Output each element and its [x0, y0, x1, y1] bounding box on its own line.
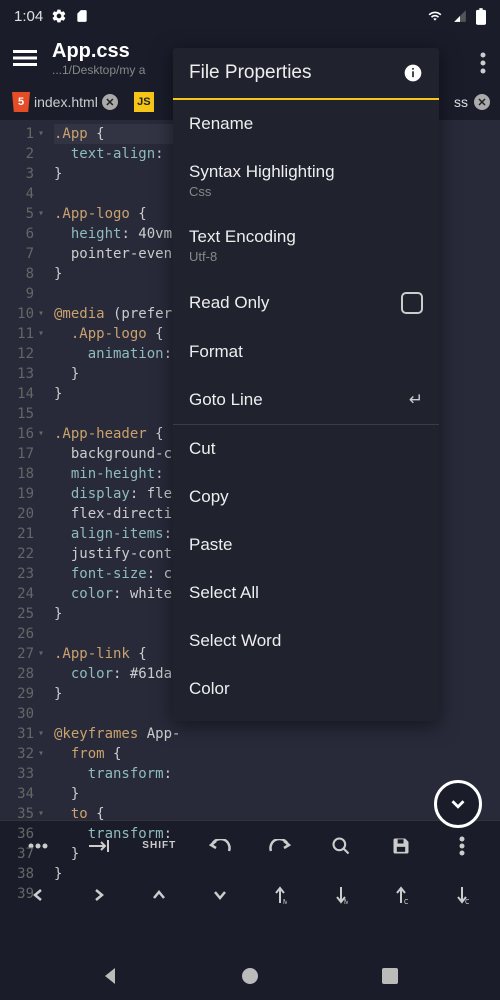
menu-color[interactable]: Color: [173, 665, 439, 713]
js-icon: JS: [134, 92, 154, 112]
menu-title: File Properties: [189, 62, 312, 84]
gutter: 1▾2345▾678910▾11▾1213141516▾171819202122…: [0, 120, 40, 820]
svg-text:C: C: [465, 899, 469, 905]
tab-label: index.html: [34, 94, 98, 110]
overflow-button[interactable]: [440, 826, 484, 866]
svg-text:C: C: [404, 899, 408, 905]
home-button[interactable]: [220, 956, 280, 996]
status-bar: 1:04: [0, 0, 500, 32]
save-button[interactable]: [379, 826, 423, 866]
tab-label-partial: ss: [454, 94, 468, 110]
scroll-down-c-button[interactable]: C: [440, 875, 484, 915]
menu-format[interactable]: Format: [173, 328, 439, 376]
gear-icon: [51, 8, 67, 24]
context-menu: File Properties Rename Syntax Highlighti…: [173, 48, 439, 721]
checkbox[interactable]: [401, 292, 423, 314]
menu-syntax[interactable]: Syntax Highlighting Css: [173, 148, 439, 213]
overflow-menu-button[interactable]: [480, 52, 486, 79]
signal-icon: [452, 9, 468, 23]
menu-copy[interactable]: Copy: [173, 473, 439, 521]
menu-selectall[interactable]: Select All: [173, 569, 439, 617]
status-time: 1:04: [14, 8, 43, 25]
scroll-up-c-button[interactable]: C: [379, 875, 423, 915]
scroll-down-button[interactable]: [434, 780, 482, 828]
close-icon[interactable]: ✕: [102, 94, 118, 110]
android-nav-bar: [0, 952, 500, 1000]
menu-encoding[interactable]: Text Encoding Utf-8: [173, 213, 439, 278]
battery-icon: [476, 8, 486, 25]
menu-gotoline[interactable]: Goto Line ↵: [173, 376, 439, 424]
enter-icon: ↵: [409, 390, 423, 410]
wifi-icon: [426, 9, 444, 23]
info-icon[interactable]: [403, 63, 423, 83]
close-icon[interactable]: ✕: [474, 94, 490, 110]
menu-readonly[interactable]: Read Only: [173, 278, 439, 328]
menu-selectword[interactable]: Select Word: [173, 617, 439, 665]
sd-card-icon: [75, 8, 89, 24]
menu-cut[interactable]: Cut: [173, 425, 439, 473]
html5-icon: 5: [12, 92, 30, 112]
back-button[interactable]: [80, 956, 140, 996]
menu-paste[interactable]: Paste: [173, 521, 439, 569]
tab-html[interactable]: 5 index.html ✕: [6, 88, 124, 116]
menu-rename[interactable]: Rename: [173, 100, 439, 148]
tab-js[interactable]: JS: [128, 88, 160, 116]
menu-button[interactable]: [10, 43, 40, 73]
recents-button[interactable]: [360, 956, 420, 996]
